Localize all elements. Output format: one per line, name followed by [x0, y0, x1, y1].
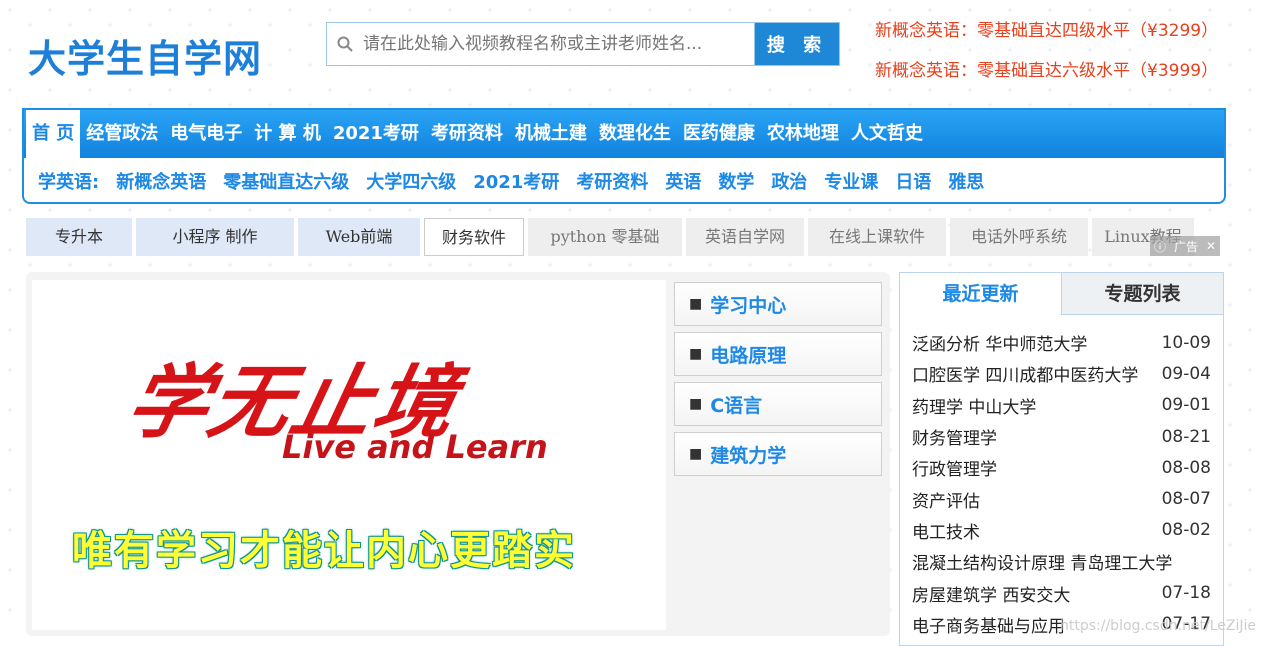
- banner-subtitle: Live and Learn: [282, 428, 548, 466]
- list-item[interactable]: 行政管理学 08-08: [912, 452, 1211, 483]
- search-input[interactable]: [363, 34, 743, 54]
- nav-item-humanities[interactable]: 人文哲史: [845, 110, 929, 158]
- nav-item-science[interactable]: 数理化生: [593, 110, 677, 158]
- list-item[interactable]: 泛函分析 华中师范大学 10-09: [912, 327, 1211, 358]
- nav-item-medicine[interactable]: 医药健康: [677, 110, 761, 158]
- info-icon: ⓘ: [1153, 239, 1166, 254]
- tag-link[interactable]: 财务软件: [424, 218, 524, 256]
- sub-nav-ielts[interactable]: 雅思: [948, 168, 984, 194]
- search-icon: [337, 36, 353, 52]
- list-item[interactable]: 药理学 中山大学 09-01: [912, 390, 1211, 421]
- bullet-icon: ■: [689, 296, 703, 312]
- sub-nav-major[interactable]: 专业课: [824, 168, 878, 194]
- main-navigation: 首 页 经管政法 电气电子 计 算 机 2021考研 考研资料 机械土建 数理化…: [22, 108, 1226, 204]
- quick-link-c-language[interactable]: ■ C语言: [674, 382, 882, 426]
- tag-link[interactable]: python 零基础: [528, 218, 682, 256]
- bullet-icon: ■: [689, 346, 703, 362]
- updates-box: 最近更新 专题列表 泛函分析 华中师范大学 10-09 口腔医学 四川成都中医药大…: [899, 272, 1224, 646]
- nav-item-computer[interactable]: 计 算 机: [248, 110, 327, 158]
- sub-nav-kaoyan-2021[interactable]: 2021考研: [473, 168, 559, 194]
- quick-link-structural-mechanics[interactable]: ■ 建筑力学: [674, 432, 882, 476]
- nav-item-kaoyan-materials[interactable]: 考研资料: [425, 110, 509, 158]
- secondary-nav-bar: 学英语: 新概念英语 零基础直达六级 大学四六级 2021考研 考研资料 英语 …: [24, 158, 1224, 204]
- sub-nav-politics[interactable]: 政治: [771, 168, 807, 194]
- updates-list: 泛函分析 华中师范大学 10-09 口腔医学 四川成都中医药大学 09-04 药理学…: [900, 315, 1223, 640]
- primary-nav-bar: 首 页 经管政法 电气电子 计 算 机 2021考研 考研资料 机械土建 数理化…: [24, 110, 1224, 158]
- tag-link[interactable]: 电话外呼系统: [950, 218, 1088, 256]
- promo-link-cet4[interactable]: 新概念英语：零基础直达四级水平（¥3299）: [875, 16, 1218, 41]
- quick-link-circuits[interactable]: ■ 电路原理: [674, 332, 882, 376]
- sub-nav-cet46[interactable]: 大学四六级: [366, 168, 456, 194]
- nav-item-electronics[interactable]: 电气电子: [164, 110, 248, 158]
- tag-link[interactable]: 专升本: [26, 218, 132, 256]
- sub-nav-new-concept[interactable]: 新概念英语: [116, 168, 206, 194]
- banner-slogan: 唯有学习才能让内心更踏实: [72, 527, 576, 574]
- tab-topic-list[interactable]: 专题列表: [1062, 273, 1223, 315]
- list-item[interactable]: 电工技术 08-02: [912, 515, 1211, 546]
- list-item[interactable]: 财务管理学 08-21: [912, 421, 1211, 452]
- watermark: https://blog.csdn.net/LeZiJie: [1060, 618, 1257, 634]
- nav-item-mechanical-civil[interactable]: 机械土建: [509, 110, 593, 158]
- list-item[interactable]: 房屋建筑学 西安交大 07-18: [912, 577, 1211, 608]
- bullet-icon: ■: [689, 396, 703, 412]
- sub-nav-japanese[interactable]: 日语: [895, 168, 931, 194]
- nav-item-kaoyan-2021[interactable]: 2021考研: [327, 110, 425, 158]
- search-field-wrap: [327, 23, 755, 65]
- quick-link-study-center[interactable]: ■ 学习中心: [674, 282, 882, 326]
- search-button[interactable]: 搜 索: [755, 23, 839, 65]
- list-item[interactable]: 口腔医学 四川成都中医药大学 09-04: [912, 358, 1211, 389]
- sub-nav-kaoyan-materials[interactable]: 考研资料: [576, 168, 648, 194]
- tag-link[interactable]: 在线上课软件: [808, 218, 946, 256]
- search-box: 搜 索: [326, 22, 840, 66]
- updates-tabs: 最近更新 专题列表: [900, 273, 1223, 315]
- nav-item-economics-law[interactable]: 经管政法: [80, 110, 164, 158]
- nav-item-home[interactable]: 首 页: [26, 110, 81, 158]
- quick-links: ■ 学习中心 ■ 电路原理 ■ C语言 ■ 建筑力学: [674, 282, 882, 482]
- ad-label: 广告: [1173, 239, 1198, 254]
- tag-link[interactable]: Web前端: [298, 218, 420, 256]
- bullet-icon: ■: [689, 446, 703, 462]
- sub-nav-english[interactable]: 英语: [665, 168, 701, 194]
- tag-link[interactable]: 小程序 制作: [136, 218, 294, 256]
- sub-nav-math[interactable]: 数学: [718, 168, 754, 194]
- sub-nav-cet6[interactable]: 零基础直达六级: [223, 168, 349, 194]
- tab-recent-updates[interactable]: 最近更新: [900, 273, 1062, 315]
- list-item[interactable]: 资产评估 08-07: [912, 483, 1211, 514]
- nav-item-agriculture-geo[interactable]: 农林地理: [761, 110, 845, 158]
- promo-link-cet6[interactable]: 新概念英语：零基础直达六级水平（¥3999）: [875, 56, 1218, 81]
- list-item[interactable]: 混凝土结构设计原理 青岛理工大学: [912, 546, 1211, 577]
- tag-link[interactable]: 英语自学网: [686, 218, 804, 256]
- sub-nav-label: 学英语:: [38, 172, 100, 193]
- close-icon[interactable]: ✕: [1206, 239, 1216, 253]
- ad-close-badge[interactable]: ⓘ 广告 ✕: [1150, 236, 1220, 256]
- ad-tag-bar: 专升本 小程序 制作 Web前端 财务软件 python 零基础 英语自学网 在…: [26, 218, 1222, 256]
- site-logo[interactable]: 大学生自学网: [28, 28, 262, 83]
